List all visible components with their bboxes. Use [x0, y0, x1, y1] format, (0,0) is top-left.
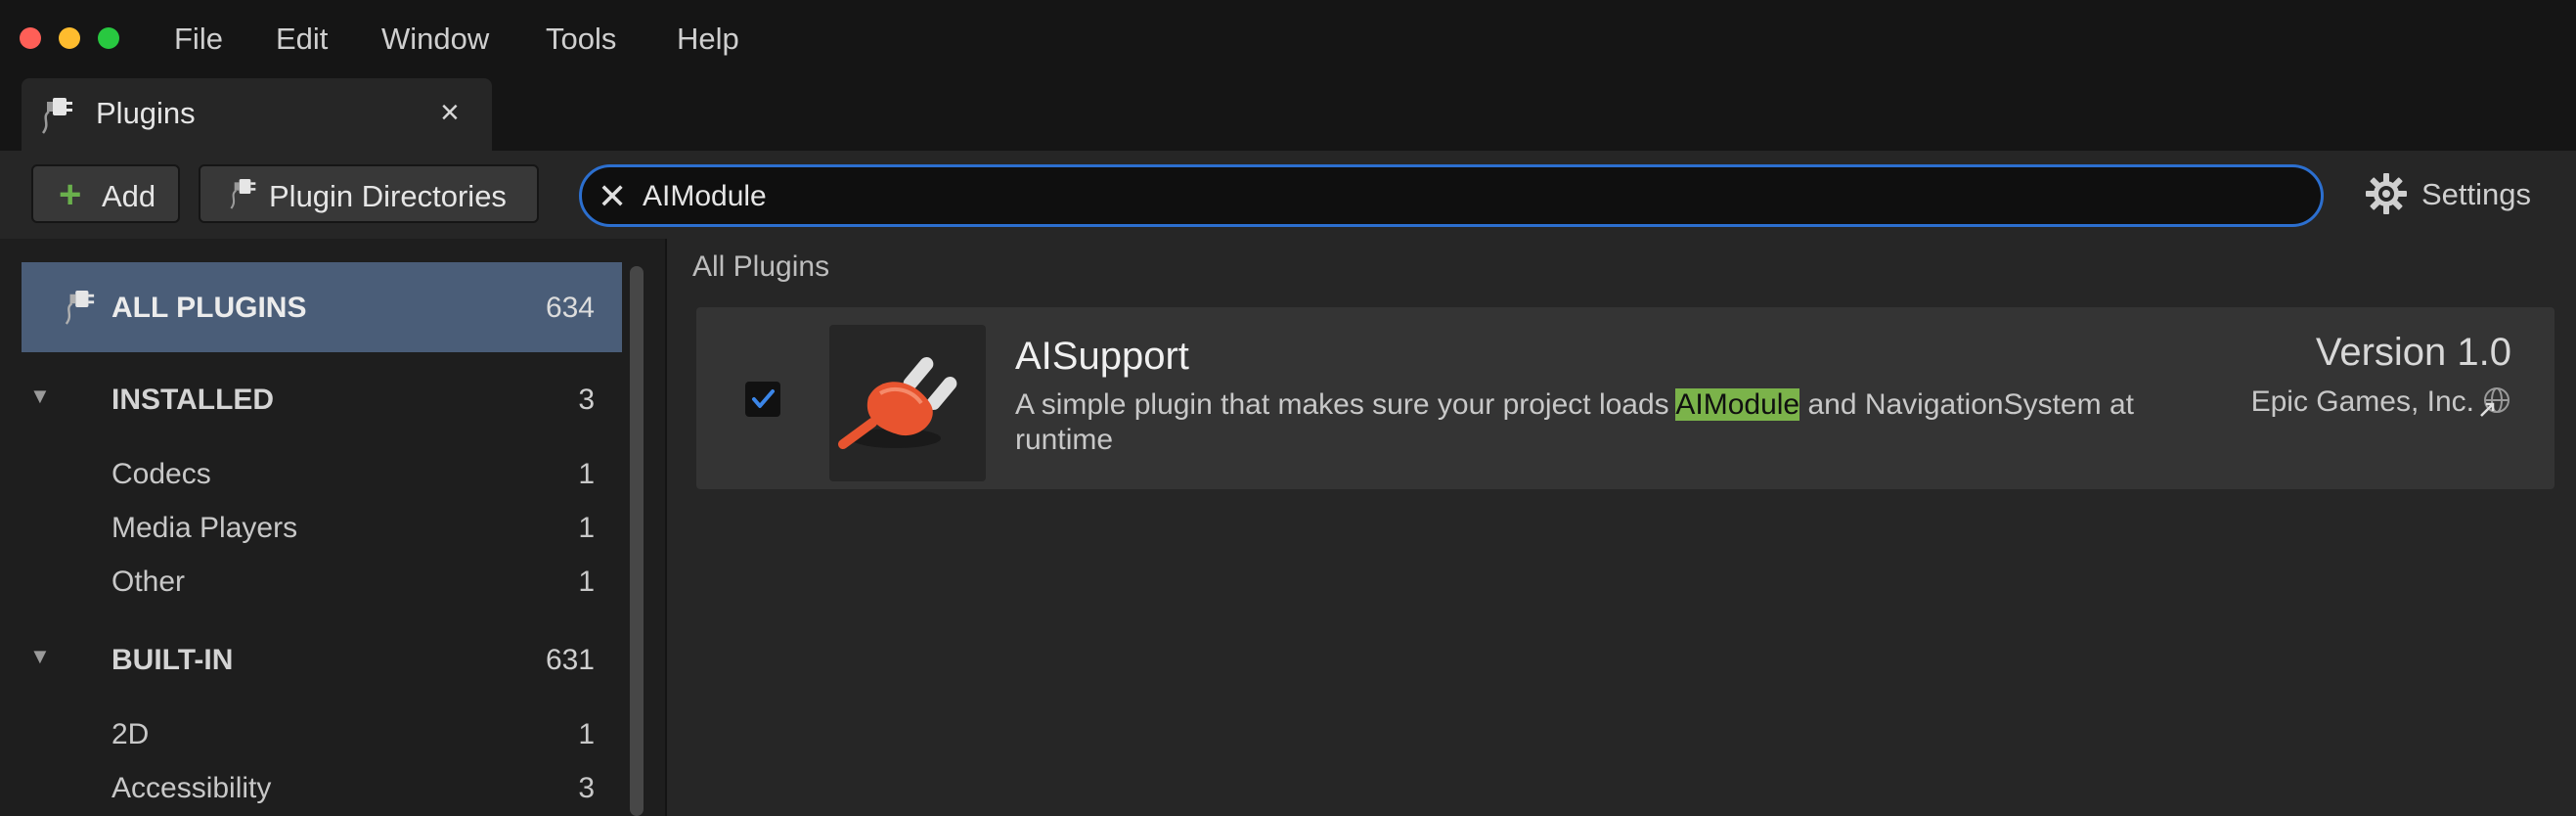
plugin-list-area: All Plugins AISupport A simple plugin th…	[667, 239, 2576, 816]
add-button-label: Add	[102, 179, 156, 213]
caret-down-icon[interactable]: ▼	[29, 644, 51, 669]
window-minimize-button[interactable]	[59, 27, 80, 49]
plug-icon	[838, 357, 957, 449]
plugin-enabled-checkbox[interactable]	[745, 382, 780, 417]
plugin-name: AISupport	[1015, 335, 1189, 378]
tab-label: Plugins	[96, 96, 196, 130]
category-installed[interactable]: ▼ INSTALLED 3	[22, 374, 622, 432]
tab-plugins[interactable]: Plugins ×	[22, 78, 492, 151]
category-count: 634	[545, 292, 595, 324]
menu-tools[interactable]: Tools	[546, 22, 616, 57]
plugin-icon	[41, 98, 72, 134]
clear-search-icon[interactable]: ✕	[598, 179, 627, 214]
plugin-thumbnail	[829, 325, 986, 481]
category-item[interactable]: Accessibility 3	[22, 764, 622, 815]
plugin-icon	[65, 291, 95, 325]
tab-close-icon[interactable]: ×	[440, 94, 460, 132]
plugin-directories-button[interactable]: Plugin Directories	[199, 164, 539, 223]
category-item-count: 1	[578, 512, 595, 544]
category-built-in[interactable]: ▼ BUILT-IN 631	[22, 634, 622, 693]
category-panel: ALL PLUGINS 634 ▼ INSTALLED 3 Codecs 1 M…	[0, 239, 667, 816]
search-match-highlight: AIModule	[1675, 388, 1800, 421]
category-item-count: 1	[578, 718, 595, 750]
category-item-count: 1	[578, 458, 595, 490]
checkmark-icon	[752, 389, 775, 408]
search-input[interactable]	[641, 175, 2287, 218]
section-title: All Plugins	[692, 250, 830, 283]
category-label: INSTALLED	[111, 384, 275, 416]
category-item[interactable]: 2D 1	[22, 710, 622, 761]
category-item[interactable]: Codecs 1	[22, 450, 622, 501]
plugin-card[interactable]: AISupport A simple plugin that makes sur…	[696, 307, 2554, 489]
scrollbar-thumb[interactable]	[630, 266, 644, 816]
category-label: BUILT-IN	[111, 644, 234, 676]
menu-file[interactable]: File	[174, 22, 223, 57]
window-close-button[interactable]	[20, 27, 41, 49]
menu-window[interactable]: Window	[381, 22, 489, 57]
plugin-vendor: Epic Games, Inc.	[2250, 385, 2474, 418]
category-item-label: Other	[111, 566, 186, 598]
toolbar: + Add Plugin Directories ✕ Setti	[0, 151, 2576, 239]
window-maximize-button[interactable]	[98, 27, 119, 49]
category-item-label: Media Players	[111, 512, 298, 544]
category-all-plugins[interactable]: ALL PLUGINS 634	[22, 262, 622, 352]
caret-down-icon[interactable]: ▼	[29, 384, 51, 409]
sidebar-scrollbar[interactable]	[622, 254, 651, 816]
category-item-label: Accessibility	[111, 772, 272, 804]
search-box[interactable]: ✕	[579, 164, 2324, 227]
globe-link-icon[interactable]	[2478, 385, 2511, 419]
tab-bar: Plugins ×	[0, 78, 2576, 151]
menu-help[interactable]: Help	[677, 22, 739, 57]
category-item[interactable]: Media Players 1	[22, 504, 622, 555]
category-item-label: 2D	[111, 718, 150, 750]
plugin-directories-label: Plugin Directories	[269, 179, 507, 213]
gear-icon[interactable]	[2365, 172, 2408, 215]
plugin-icon	[230, 179, 256, 209]
category-item-label: Codecs	[111, 458, 211, 490]
category-item-count: 1	[578, 566, 595, 598]
category-label: ALL PLUGINS	[111, 292, 307, 324]
plugin-description: A simple plugin that makes sure your pro…	[1015, 387, 2169, 458]
settings-button[interactable]: Settings	[2421, 177, 2531, 212]
plugin-version: Version 1.0	[2315, 331, 2511, 374]
category-count: 631	[545, 644, 595, 676]
menu-edit[interactable]: Edit	[276, 22, 328, 57]
description-text: A simple plugin that makes sure your pro…	[1015, 388, 1676, 421]
add-button[interactable]: + Add	[31, 164, 180, 223]
category-item[interactable]: Other 1	[22, 558, 622, 609]
category-item-count: 3	[578, 772, 595, 804]
category-count: 3	[578, 384, 595, 416]
plus-icon: +	[59, 173, 82, 216]
menu-bar: File Edit Window Tools Help	[0, 0, 2576, 78]
